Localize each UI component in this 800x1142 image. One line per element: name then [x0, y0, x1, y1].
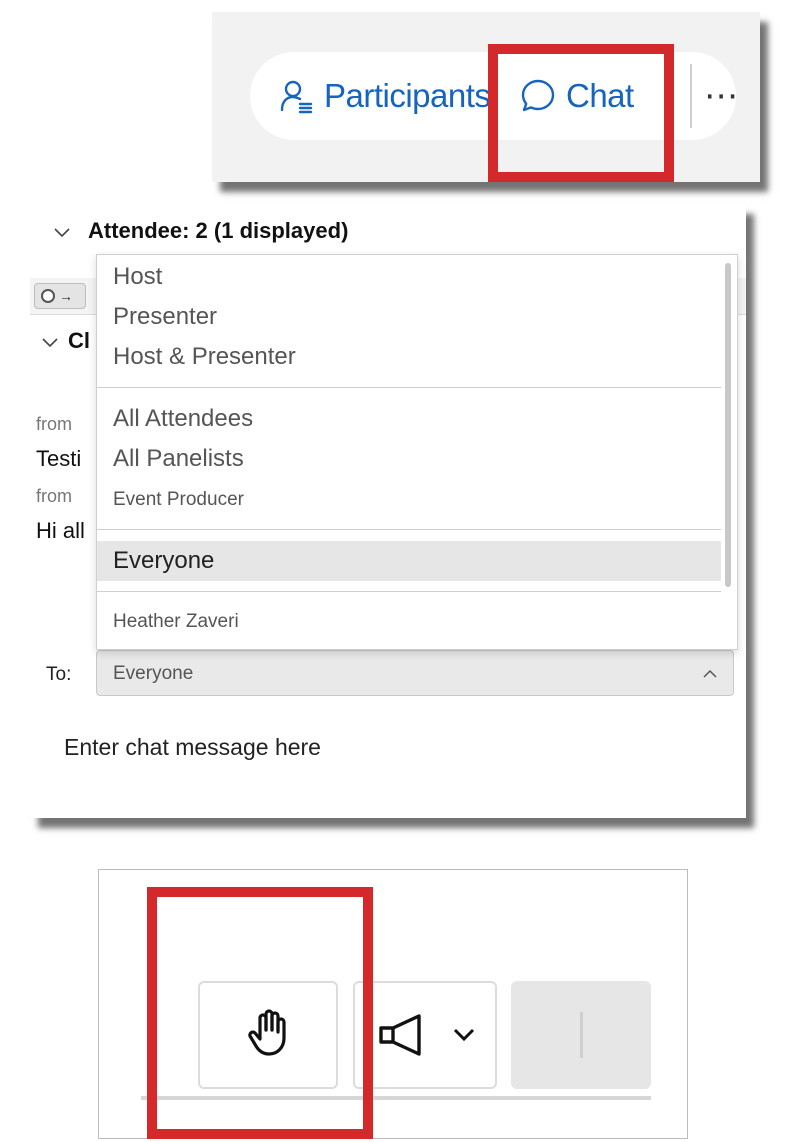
recipient-dropdown-list: Host Presenter Host & Presenter All Atte… — [96, 254, 738, 650]
disabled-control-button — [511, 981, 651, 1089]
message-sender: from — [36, 414, 72, 434]
dropdown-option[interactable]: Event Producer — [97, 489, 721, 511]
dropdown-separator — [97, 387, 721, 388]
recipient-select[interactable]: Everyone — [96, 650, 734, 696]
chat-message-input[interactable]: Enter chat message here — [64, 734, 321, 761]
recipient-select-value: Everyone — [113, 663, 194, 684]
chevron-down-icon — [42, 328, 58, 354]
toolbar-separator — [690, 64, 692, 128]
chevron-down-icon — [54, 218, 70, 244]
disabled-indicator — [579, 1012, 583, 1058]
chat-section-title: Cl — [68, 328, 90, 353]
more-icon[interactable]: ⋯ — [704, 76, 739, 116]
attendee-section-header[interactable]: Attendee: 2 (1 displayed) — [54, 218, 348, 244]
dropdown-option[interactable]: Host & Presenter — [97, 343, 721, 371]
megaphone-icon — [375, 1012, 449, 1058]
chat-highlight-box — [488, 44, 674, 182]
chat-section-header[interactable]: Cl — [42, 328, 90, 354]
to-label: To: — [46, 664, 72, 685]
dropdown-option[interactable]: Presenter — [97, 303, 721, 331]
dropdown-option[interactable]: Host — [97, 263, 721, 291]
dropdown-scrollbar[interactable] — [725, 263, 731, 587]
participants-icon — [278, 78, 314, 114]
chevron-down-icon — [453, 1028, 475, 1042]
arrow-right-icon: → — [59, 288, 73, 304]
dropdown-separator — [97, 529, 721, 530]
participants-button[interactable]: Participants — [278, 52, 491, 140]
dropdown-option[interactable]: All Attendees — [97, 405, 721, 433]
status-toggle[interactable]: → — [34, 283, 86, 309]
message-text: Hi all — [36, 518, 85, 543]
raise-hand-highlight-box — [147, 887, 373, 1139]
dropdown-option[interactable]: All Panelists — [97, 445, 721, 473]
message-text: Testi — [36, 446, 82, 471]
dropdown-separator — [97, 591, 721, 592]
status-dot-icon — [41, 289, 55, 303]
chevron-up-icon — [703, 665, 717, 683]
meeting-toolbar: Participants Chat ⋯ — [212, 12, 760, 182]
announce-button[interactable] — [353, 981, 497, 1089]
attendee-count: Attendee: 2 (1 displayed) — [88, 218, 349, 243]
message-sender: from — [36, 486, 72, 506]
dropdown-option-selected[interactable]: Everyone — [97, 541, 721, 581]
participants-label: Participants — [324, 77, 491, 114]
dropdown-option[interactable]: Heather Zaveri — [97, 611, 721, 633]
